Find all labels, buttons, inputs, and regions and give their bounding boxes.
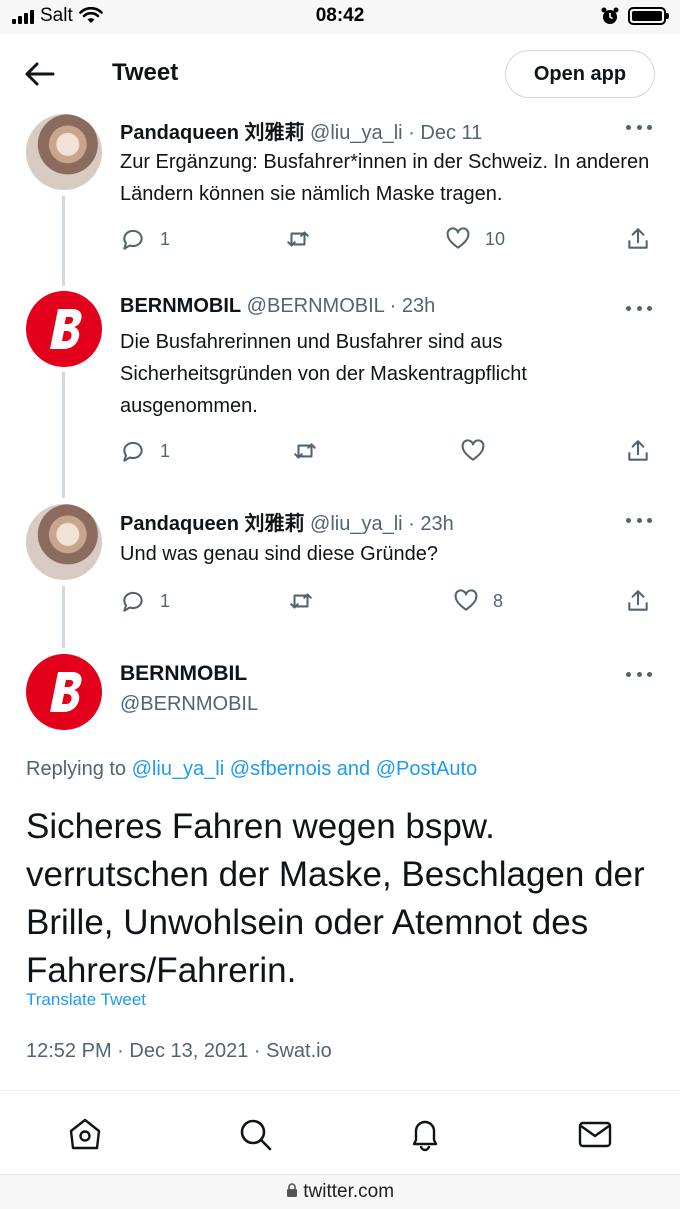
reply-icon: [123, 229, 143, 250]
battery-icon: [628, 7, 669, 25]
tweet-actions: 1 8: [120, 588, 660, 622]
back-arrow-icon[interactable]: [24, 60, 56, 88]
home-icon[interactable]: [66, 1115, 104, 1153]
reply-and[interactable]: and: [337, 758, 370, 780]
share-button[interactable]: [625, 438, 651, 464]
tweet-text: Die Busfahrerinnen und Busfahrer sind au…: [120, 331, 527, 417]
main-author-name[interactable]: BERNMOBIL: [120, 662, 247, 686]
share-icon: [628, 590, 648, 611]
like-button[interactable]: 8: [453, 588, 503, 614]
bottom-nav: [0, 1090, 680, 1174]
thread-line: [62, 586, 65, 648]
share-button[interactable]: [625, 588, 651, 614]
lock-icon: [286, 1183, 297, 1197]
tweet-header: Pandaqueen 刘雅莉 @liu_ya_li · 23h: [120, 513, 454, 535]
heart-icon: [446, 227, 470, 249]
author-handle[interactable]: @liu_ya_li: [310, 513, 403, 535]
retweet-icon: [290, 593, 312, 609]
thread-line: [62, 372, 65, 498]
tweet-actions: 1: [120, 438, 660, 472]
reply-count: 1: [160, 590, 171, 611]
more-options-icon[interactable]: [626, 516, 652, 524]
avatar[interactable]: [26, 291, 102, 367]
reply-mention[interactable]: @sfbernois: [230, 758, 331, 780]
heart-icon: [461, 439, 485, 461]
share-icon: [628, 228, 648, 249]
tweet-timestamp[interactable]: 12:52 PM · Dec 13, 2021 · Swat.io: [26, 1040, 332, 1063]
main-avatar[interactable]: [26, 654, 102, 730]
author-name[interactable]: Pandaqueen 刘雅莉: [120, 513, 304, 535]
replying-prefix: Replying to: [26, 758, 127, 780]
bell-icon[interactable]: [406, 1115, 444, 1153]
main-tweet-text: Sicheres Fahren wegen bspw. verrutschen …: [26, 807, 645, 990]
reply-icon: [123, 591, 143, 612]
reply-count: 1: [160, 228, 171, 249]
retweet-button[interactable]: [285, 226, 325, 252]
tweet-text: Und was genau sind diese Gründe?: [120, 543, 438, 565]
main-author-handle[interactable]: @BERNMOBIL: [120, 693, 258, 716]
like-count: 8: [493, 590, 504, 611]
reply-icon: [123, 441, 143, 462]
more-options-icon[interactable]: [626, 123, 652, 131]
like-button[interactable]: [460, 438, 500, 464]
tweet-actions: 1 10: [120, 226, 660, 260]
author-name[interactable]: BERNMOBIL: [120, 295, 241, 317]
share-icon: [628, 440, 648, 461]
like-button[interactable]: 10: [445, 226, 505, 252]
reply-button[interactable]: 1: [120, 438, 170, 464]
tweet-header: BERNMOBIL @BERNMOBIL · 23h: [120, 295, 436, 317]
more-options-icon[interactable]: [626, 304, 652, 312]
retweet-button[interactable]: [288, 588, 328, 614]
avatar[interactable]: [26, 114, 102, 190]
thread-line: [62, 196, 65, 286]
retweet-icon: [287, 231, 309, 247]
status-right: [600, 6, 669, 26]
bernmobil-logo-icon: [50, 309, 82, 349]
reply-count: 1: [160, 440, 171, 461]
bernmobil-logo-icon: [50, 672, 82, 712]
avatar[interactable]: [26, 504, 102, 580]
share-button[interactable]: [625, 226, 651, 252]
page-title: Tweet: [112, 59, 179, 86]
like-count: 10: [485, 228, 506, 249]
mail-icon[interactable]: [576, 1115, 614, 1153]
tweet-date[interactable]: 23h: [402, 295, 435, 317]
search-icon[interactable]: [236, 1115, 274, 1153]
author-handle[interactable]: @BERNMOBIL: [247, 295, 384, 317]
more-options-icon[interactable]: [626, 670, 652, 678]
translate-link[interactable]: Translate Tweet: [26, 990, 146, 1010]
reply-button[interactable]: 1: [120, 588, 170, 614]
open-app-button[interactable]: Open app: [505, 50, 655, 98]
status-time: 08:42: [315, 5, 365, 26]
browser-url-bar[interactable]: twitter.com: [0, 1174, 680, 1209]
reply-button[interactable]: 1: [120, 226, 170, 252]
retweet-button[interactable]: [292, 438, 332, 464]
reply-mention[interactable]: @PostAuto: [376, 758, 477, 780]
author-handle[interactable]: @liu_ya_li: [310, 122, 403, 144]
alarm-icon: [601, 7, 619, 24]
reply-mention[interactable]: @liu_ya_li: [132, 758, 225, 780]
replying-to: Replying to @liu_ya_li @sfbernois and @P…: [26, 758, 477, 781]
status-bar: Salt 08:42: [0, 0, 680, 34]
author-name[interactable]: Pandaqueen 刘雅莉: [120, 122, 304, 144]
tweet-text: Zur Ergänzung: Busfahrer*innen in der Sc…: [120, 151, 650, 205]
url-text: twitter.com: [303, 1181, 395, 1202]
tweet-date[interactable]: Dec 11: [420, 122, 482, 144]
top-header: Tweet Open app: [0, 34, 680, 114]
heart-icon: [454, 589, 478, 611]
tweet-date[interactable]: 23h: [420, 513, 453, 535]
tweet-header: Pandaqueen 刘雅莉 @liu_ya_li · Dec 11: [120, 122, 483, 144]
retweet-icon: [294, 443, 316, 459]
